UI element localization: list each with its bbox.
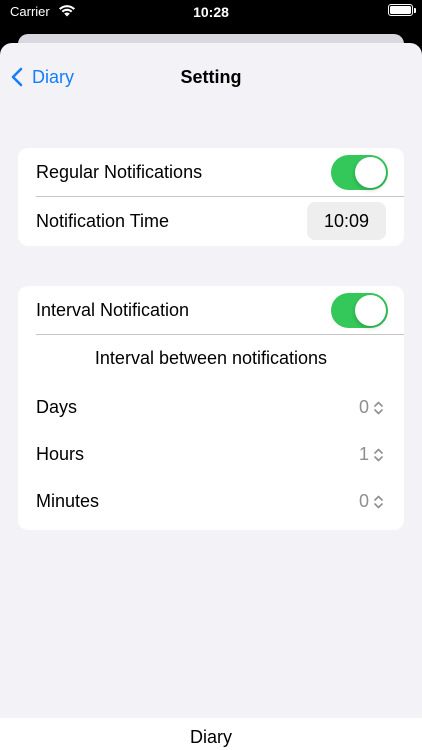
notification-time-row: Notification Time 10:09 <box>18 197 404 246</box>
notification-time-label: Notification Time <box>36 211 170 231</box>
regular-notifications-group: Regular Notifications Notification Time … <box>18 148 404 246</box>
regular-notifications-toggle[interactable] <box>331 155 388 190</box>
toggle-knob <box>355 295 386 326</box>
interval-notification-label: Interval Notification <box>36 300 190 320</box>
interval-notification-toggle[interactable] <box>331 293 388 328</box>
chevron-up-down-icon <box>374 448 383 461</box>
interval-caption: Interval between notifications <box>94 348 328 368</box>
days-stepper[interactable]: 0 <box>359 397 384 418</box>
hours-stepper[interactable]: 1 <box>359 444 384 465</box>
battery-nub <box>414 8 416 13</box>
interval-notification-group: Interval Notification Interval between n… <box>18 286 404 530</box>
days-row: Days 0 <box>18 383 404 430</box>
settings-sheet: Diary Setting Regular Notifications Noti… <box>0 43 422 718</box>
regular-notifications-row: Regular Notifications <box>18 148 404 197</box>
minutes-stepper[interactable]: 0 <box>359 491 384 512</box>
minutes-value: 0 <box>358 491 369 511</box>
minutes-label: Minutes <box>36 491 100 511</box>
status-bar: Carrier 10:28 <box>0 0 422 34</box>
hours-label: Hours <box>36 444 85 464</box>
divider <box>36 334 404 335</box>
chevron-up-down-icon <box>374 495 383 508</box>
tab-diary[interactable]: Diary <box>0 727 422 748</box>
toggle-knob <box>355 157 386 188</box>
regular-notifications-label: Regular Notifications <box>36 162 203 182</box>
battery-icon <box>388 4 413 16</box>
hours-value: 1 <box>358 444 369 464</box>
page-title: Setting <box>180 67 242 87</box>
days-label: Days <box>36 397 78 417</box>
chevron-up-down-icon <box>374 401 383 414</box>
hours-row: Hours 1 <box>18 430 404 477</box>
status-time: 10:28 <box>193 4 229 20</box>
notification-time-picker[interactable]: 10:09 <box>307 202 386 240</box>
interval-notification-row: Interval Notification <box>18 286 404 335</box>
days-value: 0 <box>358 397 369 417</box>
minutes-row: Minutes 0 <box>18 477 404 524</box>
tab-bar: Diary <box>0 718 422 750</box>
